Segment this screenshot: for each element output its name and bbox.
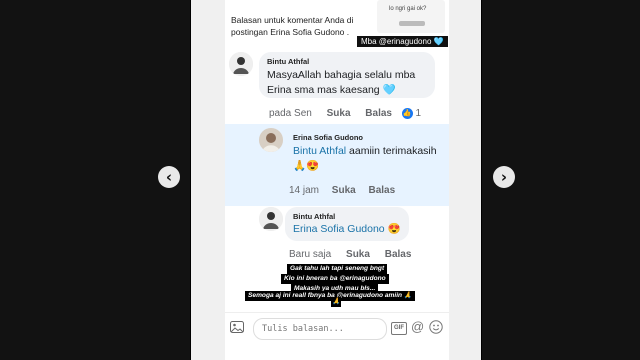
reaction-count[interactable]: 1 — [416, 108, 422, 119]
story-frame: lo ngri gai ok? Balasan untuk komentar A… — [191, 0, 481, 360]
emoji-icon[interactable] — [429, 320, 443, 334]
blue-heart-icon: 🩵 — [433, 37, 444, 46]
comment-actions: 14 jam Suka Balas — [289, 185, 395, 196]
screenshot-panel: lo ngri gai ok? Balasan untuk komentar A… — [225, 0, 449, 360]
chevron-left-icon[interactable]: ‹ — [158, 166, 180, 188]
gif-icon[interactable]: GIF — [391, 322, 407, 335]
photo-icon[interactable] — [230, 321, 244, 333]
reply-button[interactable]: Balas — [385, 249, 412, 260]
comment-time: Baru saja — [289, 249, 332, 260]
avatar[interactable] — [259, 207, 283, 231]
reply-notice: Balasan untuk komentar Anda di postingan… — [231, 14, 371, 38]
mention-sticker-text: Mba @erinagudono — [361, 37, 432, 46]
comment-author[interactable]: Bintu Athfal — [267, 57, 309, 66]
like-button[interactable]: Suka — [327, 108, 351, 119]
comment-time: 14 jam — [289, 185, 320, 196]
comment-author[interactable]: Erina Sofia Gudono — [293, 133, 363, 142]
comment-actions: pada Sen Suka Balas 👍 1 — [269, 108, 421, 119]
notice-line-1: Balasan untuk komentar Anda di — [231, 15, 354, 25]
reply-button[interactable]: Balas — [365, 108, 392, 119]
reply-bar: GIF @ — [225, 312, 449, 343]
reply-button[interactable]: Balas — [368, 185, 395, 196]
top-card-text: lo ngri gai ok? — [389, 6, 427, 12]
chevron-right-icon[interactable]: › — [493, 166, 515, 188]
avatar[interactable] — [229, 52, 253, 76]
like-button[interactable]: Suka — [346, 249, 370, 260]
mention-sticker: Mba @erinagudono 🩵 — [357, 36, 448, 47]
blue-heart-icon: 🩵 — [382, 84, 396, 96]
comment-text: MasyaAllah bahagia selalu mba Erina sma … — [267, 68, 435, 98]
pray-heart-eyes-icon: 🙏😍 — [293, 160, 320, 172]
heart-eyes-icon: 😍 — [387, 223, 401, 235]
comment-bubble: Bintu Athfal MasyaAllah bahagia selalu m… — [259, 52, 435, 98]
comment-author[interactable]: Bintu Athfal — [293, 212, 335, 221]
top-card: lo ngri gai ok? — [377, 0, 445, 33]
notice-line-2: postingan Erina Sofia Gudono . — [231, 27, 350, 37]
like-button[interactable]: Suka — [332, 185, 356, 196]
avatar[interactable] — [259, 128, 283, 152]
caption-sticker: Klo ini bneran ba @erinagudono — [281, 274, 389, 284]
comment-text: Erina Sofia Gudono 😍 — [293, 222, 401, 237]
mention-link[interactable]: Bintu Athfal — [293, 145, 346, 157]
caption-sticker: Gak tahu lah tapi seneng bngt — [287, 264, 388, 274]
comment-actions: Baru saja Suka Balas — [289, 249, 411, 260]
comment-text: Bintu Athfal aamiin terimakasih 🙏😍 — [293, 144, 449, 174]
comment-bubble: Bintu Athfal Erina Sofia Gudono 😍 — [285, 207, 409, 241]
mention-icon[interactable]: @ — [411, 319, 424, 334]
comment-time: pada Sen — [269, 108, 312, 119]
mention-link[interactable]: Erina Sofia Gudono — [293, 223, 385, 235]
like-reaction-icon[interactable]: 👍 — [401, 108, 413, 119]
top-card-bar — [399, 21, 425, 26]
pray-sticker: 🙏 — [331, 297, 342, 307]
comment-bubble: Erina Sofia Gudono Bintu Athfal aamiin t… — [285, 128, 445, 178]
comment-text-body: aamiin terimakasih — [346, 145, 437, 157]
reply-input[interactable] — [253, 318, 387, 340]
